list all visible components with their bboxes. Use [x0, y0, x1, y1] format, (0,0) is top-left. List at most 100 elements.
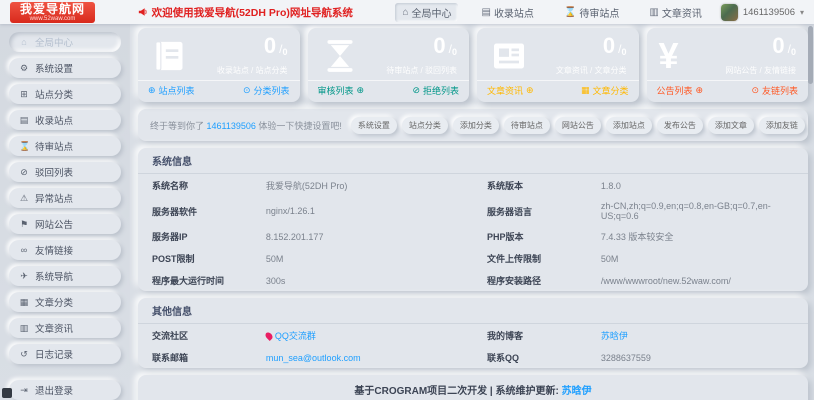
- info-label: 服务器IP: [138, 225, 252, 247]
- header-nav-label: 待审站点: [579, 5, 619, 20]
- stat-value-block: 0/0 文章资讯 / 文章分类: [556, 36, 627, 76]
- sidebar-item-label: 系统导航: [35, 269, 73, 283]
- greeting-prefix: 终于等到你了: [150, 121, 207, 131]
- header-nav-label: 文章资讯: [662, 5, 702, 20]
- scrollbar-thumb[interactable]: [808, 26, 813, 84]
- quick-button-system-settings[interactable]: 系统设置: [351, 117, 397, 134]
- table-row: 服务器IP8.152.201.177 PHP版本7.4.33 版本较安全: [138, 225, 808, 247]
- quick-button-add-friend-link[interactable]: 添加友链: [759, 117, 805, 134]
- article-news-link[interactable]: 文章资讯⊕: [487, 84, 534, 97]
- quick-action-bar: 终于等到你了 1461139506 体验一下快捷设置吧! 系统设置 站点分类 添…: [138, 109, 808, 141]
- header-nav-global-center[interactable]: ⌂ 全局中心: [395, 3, 458, 22]
- yen-icon: ¥: [659, 36, 679, 76]
- header-nav-pending-sites[interactable]: ⌛ 待审站点: [557, 3, 626, 22]
- table-row: 程序最大运行时间300s 程序安装路径/www/wwwroot/new.52wa…: [138, 269, 808, 291]
- sidebar-item-global-center[interactable]: ⌂ 全局中心: [9, 32, 121, 52]
- warning-icon: ⚠: [19, 193, 29, 204]
- header-nav-included-sites[interactable]: ▤ 收录站点: [474, 3, 540, 22]
- sidebar-item-label: 收录站点: [35, 113, 73, 127]
- stat-total: 0: [621, 47, 626, 57]
- brand-logo[interactable]: 我爱导航网 www.52waw.com: [10, 2, 95, 23]
- main-content: 0/0 收录站点 / 站点分类 ⊕站点列表 ⊙分类列表 0/0: [138, 28, 808, 400]
- sidebar-item-article-categories[interactable]: ▦ 文章分类: [9, 292, 121, 312]
- eye-icon: ⊙: [243, 85, 251, 96]
- site-list-link[interactable]: ⊕站点列表: [148, 84, 195, 97]
- qq-group-link[interactable]: QQ交流群: [266, 331, 316, 341]
- table-row: POST限制50M 文件上传限制50M: [138, 247, 808, 269]
- quick-button-publish-announcement[interactable]: 发布公告: [657, 117, 703, 134]
- friend-link-list-link[interactable]: ⊙友链列表: [751, 84, 798, 97]
- sidebar-item-rejected-list[interactable]: ⊘ 驳回列表: [9, 162, 121, 182]
- sidebar-item-abnormal-sites[interactable]: ⚠ 异常站点: [9, 188, 121, 208]
- announcement-list-link[interactable]: 公告列表⊕: [657, 84, 704, 97]
- book-icon: [150, 36, 190, 76]
- other-info-table: 交流社区 QQ交流群 我的博客 苏晗伊 联系邮箱 mun_sea@outlook…: [138, 324, 808, 368]
- sidebar-item-system-settings[interactable]: ⚙ 系统设置: [9, 58, 121, 78]
- stat-value-block: 0/0 网站公告 / 友情链接: [725, 36, 796, 76]
- category-list-link[interactable]: ⊙分类列表: [243, 84, 290, 97]
- panel-title: 其他信息: [138, 298, 808, 324]
- book-icon: ▤: [481, 7, 490, 18]
- link-label: QQ交流群: [275, 331, 316, 341]
- contact-email-link[interactable]: mun_sea@outlook.com: [266, 353, 361, 363]
- stat-value: 0: [772, 33, 784, 58]
- sidebar-item-logout[interactable]: ⇥ 退出登录: [9, 380, 121, 400]
- quick-button-pending-sites[interactable]: 待审站点: [504, 117, 550, 134]
- rejected-list-link[interactable]: ⊘拒绝列表: [412, 84, 459, 97]
- quick-button-site-categories[interactable]: 站点分类: [402, 117, 448, 134]
- sidebar-item-logs[interactable]: ↺ 日志记录: [9, 344, 121, 364]
- header-nav-articles[interactable]: ▥ 文章资讯: [642, 3, 708, 22]
- sidebar-item-pending-sites[interactable]: ⌛ 待审站点: [9, 136, 121, 156]
- other-info-panel: 其他信息 交流社区 QQ交流群 我的博客 苏晗伊 联系邮箱 mun_sea@ou…: [138, 298, 808, 368]
- info-label: 服务器软件: [138, 196, 252, 225]
- info-label: 服务器语言: [473, 196, 587, 225]
- eye-icon: ⊙: [751, 85, 759, 96]
- stat-subtitle: 文章资讯 / 文章分类: [556, 65, 627, 76]
- contact-qq-value: 3288637559: [587, 346, 808, 368]
- page-footer: 基于CROGRAM项目二次开发 | 系统维护更新: 苏晗伊 Copyright …: [138, 375, 808, 400]
- plus-circle-icon: ⊕: [526, 85, 534, 96]
- article-category-link[interactable]: ▦文章分类: [581, 84, 629, 97]
- review-list-link[interactable]: 审核列表⊕: [318, 84, 365, 97]
- stat-card-articles: 0/0 文章资讯 / 文章分类 文章资讯⊕ ▦文章分类: [477, 28, 639, 102]
- sidebar-item-label: 文章分类: [35, 295, 73, 309]
- sidebar-item-included-sites[interactable]: ▤ 收录站点: [9, 110, 121, 130]
- sidebar-item-articles[interactable]: ▥ 文章资讯: [9, 318, 121, 338]
- quick-button-add-article[interactable]: 添加文章: [708, 117, 754, 134]
- quick-button-add-category[interactable]: 添加分类: [453, 117, 499, 134]
- info-value: 我爱导航(52DH Pro): [252, 174, 473, 196]
- link-icon: ∞: [19, 245, 29, 255]
- sidebar-item-label: 退出登录: [35, 383, 73, 397]
- sidebar-item-site-announcements[interactable]: ⚑ 网站公告: [9, 214, 121, 234]
- user-menu[interactable]: 1461139506 ▾: [721, 4, 804, 21]
- news-icon: ▥: [19, 323, 29, 334]
- info-value: 50M: [587, 247, 808, 269]
- plus-circle-icon: ⊕: [696, 85, 704, 96]
- hourglass-icon: ⌛: [19, 141, 29, 152]
- sidebar-item-label: 网站公告: [35, 217, 73, 231]
- sidebar-item-label: 驳回列表: [35, 165, 73, 179]
- sidebar-item-friend-links[interactable]: ∞ 友情链接: [9, 240, 121, 260]
- quick-button-add-site[interactable]: 添加站点: [606, 117, 652, 134]
- stat-subtitle: 收录站点 / 站点分类: [217, 65, 288, 76]
- footer-line1: 基于CROGRAM项目二次开发 | 系统维护更新: 苏晗伊: [138, 382, 808, 397]
- sidebar-item-label: 全局中心: [35, 35, 73, 49]
- greeting-username-link[interactable]: 1461139506: [207, 121, 256, 131]
- info-value: /www/wwwroot/new.52waw.com/: [587, 269, 808, 291]
- sidebar-item-site-categories[interactable]: ⊞ 站点分类: [9, 84, 121, 104]
- sidebar-item-system-navigation[interactable]: ✈ 系统导航: [9, 266, 121, 286]
- info-label: 联系QQ: [473, 346, 587, 368]
- blog-link[interactable]: 苏晗伊: [601, 331, 628, 341]
- announcement-text: 欢迎使用我爱导航(52DH Pro)网址导航系统: [152, 5, 353, 20]
- plus-circle-icon: ⊕: [357, 85, 365, 96]
- maintainer-link[interactable]: 苏晗伊: [562, 386, 592, 397]
- home-icon: ⌂: [402, 7, 408, 18]
- ban-icon: ⊘: [19, 167, 29, 178]
- info-value: 1.8.0: [587, 174, 808, 196]
- stat-card-body: 0/0 待审站点 / 驳回列表: [308, 28, 470, 80]
- history-icon: ↺: [19, 349, 29, 360]
- announcement-bar: 欢迎使用我爱导航(52DH Pro)网址导航系统: [95, 5, 395, 20]
- quick-button-site-announcements[interactable]: 网站公告: [555, 117, 601, 134]
- qq-icon: [264, 331, 274, 341]
- table-row: 系统名称我爱导航(52DH Pro) 系统版本1.8.0: [138, 174, 808, 196]
